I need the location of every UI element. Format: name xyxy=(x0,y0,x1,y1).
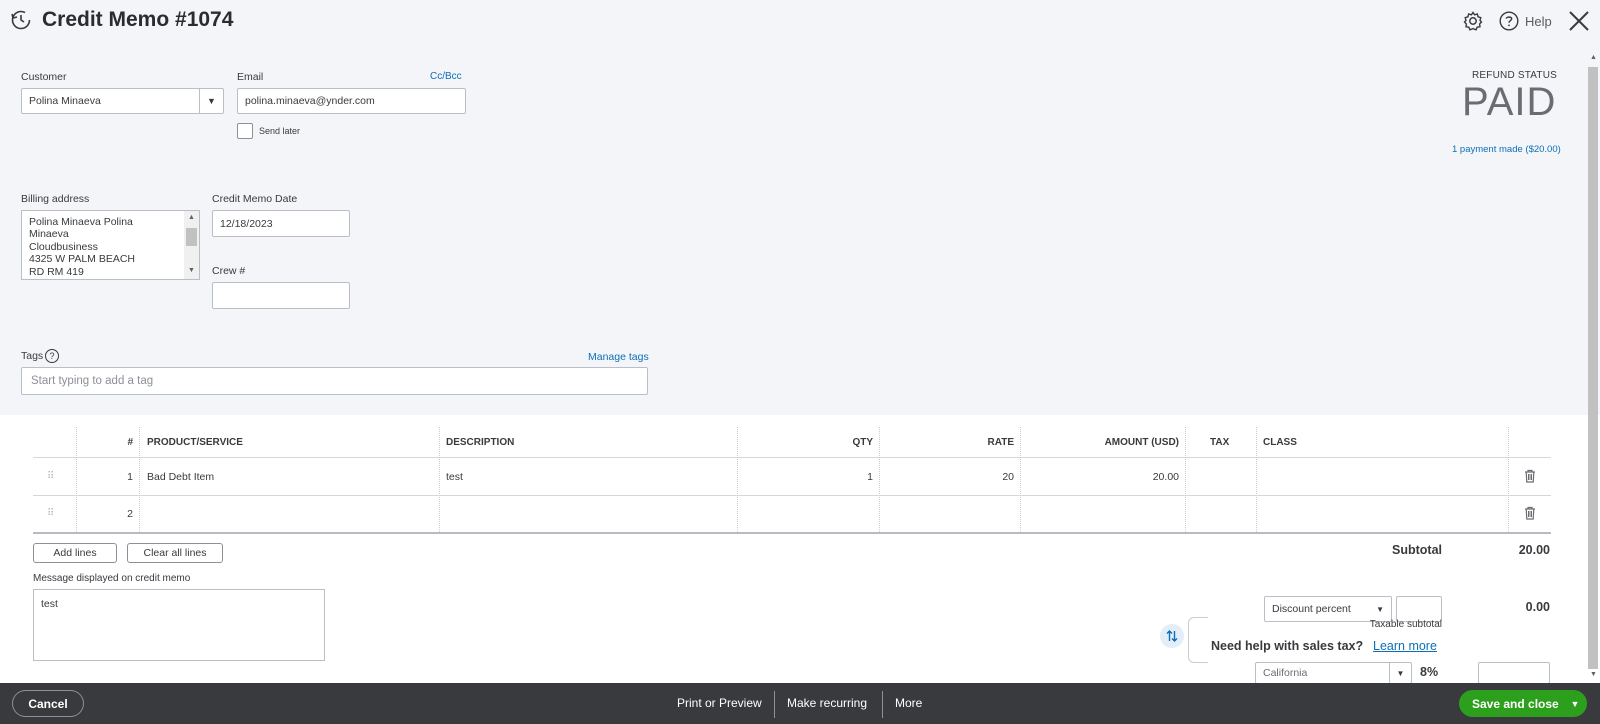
col-header-qty: QTY xyxy=(852,437,873,448)
send-later-label: Send later xyxy=(259,126,301,136)
customer-select[interactable]: Polina Minaeva ▼ xyxy=(21,88,224,114)
more-link[interactable]: More xyxy=(895,696,922,710)
email-label: Email xyxy=(237,71,264,83)
footer-divider xyxy=(882,691,883,718)
row-num: 2 xyxy=(127,508,133,520)
tags-input[interactable]: Start typing to add a tag xyxy=(21,367,648,395)
col-header-rate: RATE xyxy=(987,437,1014,448)
col-header-tax: TAX xyxy=(1210,437,1230,448)
drag-handle-icon[interactable]: ⠿ xyxy=(47,508,54,519)
line-items-table: # PRODUCT/SERVICE DESCRIPTION QTY RATE A… xyxy=(33,427,1551,534)
billing-line: Minaeva xyxy=(29,228,69,241)
row-qty[interactable]: 1 xyxy=(737,471,873,483)
subtotal-value: 20.00 xyxy=(1518,543,1550,557)
scrollbar-thumb[interactable] xyxy=(1588,67,1598,669)
credit-memo-date-value: 12/18/2023 xyxy=(220,217,273,230)
save-and-close-label: Save and close xyxy=(1472,696,1559,711)
form-header-region xyxy=(0,0,1600,415)
col-header-product: PRODUCT/SERVICE xyxy=(147,437,243,448)
billing-line: Polina Minaeva Polina xyxy=(29,216,133,228)
email-field[interactable]: polina.minaeva@ynder.com xyxy=(237,88,466,114)
row-product[interactable]: Bad Debt Item xyxy=(147,471,214,483)
footer-divider xyxy=(774,691,775,718)
add-lines-button[interactable]: Add lines xyxy=(33,543,117,563)
manage-tags-link[interactable]: Manage tags xyxy=(588,351,649,363)
crew-label: Crew # xyxy=(212,265,246,277)
payment-made-link[interactable]: 1 payment made ($20.00) xyxy=(1452,144,1561,155)
trash-icon[interactable] xyxy=(1524,469,1536,483)
row-num: 1 xyxy=(127,471,133,483)
billing-address-field[interactable]: Polina Minaeva Polina Minaeva Cloudbusin… xyxy=(21,210,200,280)
message-value: test xyxy=(41,598,58,610)
close-icon[interactable] xyxy=(1568,10,1590,32)
row-amount[interactable]: 20.00 xyxy=(1020,471,1179,483)
trash-icon[interactable] xyxy=(1524,506,1536,520)
email-value: polina.minaeva@ynder.com xyxy=(245,95,375,107)
tags-help-icon[interactable]: ? xyxy=(45,349,59,363)
billing-line: Cloudbusiness xyxy=(29,240,98,253)
drag-handle-icon[interactable]: ⠿ xyxy=(47,471,54,482)
chevron-down-icon[interactable]: ▼ xyxy=(1563,699,1587,709)
footer-bar: Cancel Print or Preview Make recurring M… xyxy=(0,683,1600,724)
help-button[interactable]: Help xyxy=(1499,10,1559,32)
customer-label: Customer xyxy=(21,71,67,83)
discount-value: 0.00 xyxy=(1525,600,1550,614)
save-and-close-button[interactable]: Save and close ▼ xyxy=(1459,690,1587,717)
message-field[interactable]: test xyxy=(33,589,325,661)
tags-placeholder: Start typing to add a tag xyxy=(31,375,154,387)
tax-region-value: California xyxy=(1263,667,1308,679)
refund-status-value: PAID xyxy=(1462,80,1557,124)
cc-bcc-link[interactable]: Cc/Bcc xyxy=(430,71,462,82)
clear-all-lines-button[interactable]: Clear all lines xyxy=(127,543,223,563)
row-description[interactable]: test xyxy=(446,471,463,483)
crew-field[interactable] xyxy=(212,282,350,309)
subtotal-label: Subtotal xyxy=(1392,543,1442,557)
col-header-class: CLASS xyxy=(1263,437,1297,448)
credit-memo-date-label: Credit Memo Date xyxy=(212,193,298,205)
credit-memo-date-field[interactable]: 12/18/2023 xyxy=(212,210,350,237)
history-icon[interactable] xyxy=(10,9,32,31)
sales-tax-connector xyxy=(1188,617,1208,663)
sales-tax-prompt: Need help with sales tax? xyxy=(1211,639,1364,653)
send-later-checkbox[interactable] xyxy=(237,123,253,139)
swap-arrows-icon[interactable] xyxy=(1160,624,1184,648)
make-recurring-link[interactable]: Make recurring xyxy=(787,696,867,710)
help-label: Help xyxy=(1525,13,1552,29)
col-header-description: DESCRIPTION xyxy=(446,437,515,448)
tax-rate: 8% xyxy=(1420,665,1439,679)
help-circle-icon xyxy=(1499,11,1519,31)
tags-label: Tags xyxy=(21,350,44,362)
col-header-amount: AMOUNT (USD) xyxy=(1104,437,1179,448)
chevron-down-icon[interactable]: ▼ xyxy=(199,89,223,113)
learn-more-link[interactable]: Learn more xyxy=(1373,639,1437,653)
print-preview-link[interactable]: Print or Preview xyxy=(677,696,762,710)
tax-region-select[interactable]: California ▼ xyxy=(1255,662,1412,684)
col-header-num: # xyxy=(127,437,133,448)
chevron-down-icon[interactable]: ▼ xyxy=(1389,663,1411,683)
customer-value: Polina Minaeva xyxy=(29,95,101,107)
chevron-down-icon: ▼ xyxy=(1376,604,1384,614)
page-title: Credit Memo #1074 xyxy=(42,8,234,31)
taxable-subtotal-label: Taxable subtotal xyxy=(1369,619,1442,630)
billing-address-label: Billing address xyxy=(21,193,90,205)
message-label: Message displayed on credit memo xyxy=(33,573,191,584)
gear-icon[interactable] xyxy=(1462,10,1484,32)
page-scrollbar[interactable]: ▲ ▼ xyxy=(1586,52,1600,682)
billing-line: 4325 W PALM BEACH xyxy=(29,253,136,266)
discount-type-value: Discount percent xyxy=(1272,603,1351,615)
row-rate[interactable]: 20 xyxy=(879,471,1014,483)
cancel-button[interactable]: Cancel xyxy=(12,690,84,717)
tax-amount-input[interactable] xyxy=(1478,662,1550,684)
billing-line: RD RM 419 xyxy=(29,265,84,278)
billing-scrollbar[interactable]: ▲ ▼ xyxy=(184,211,199,279)
